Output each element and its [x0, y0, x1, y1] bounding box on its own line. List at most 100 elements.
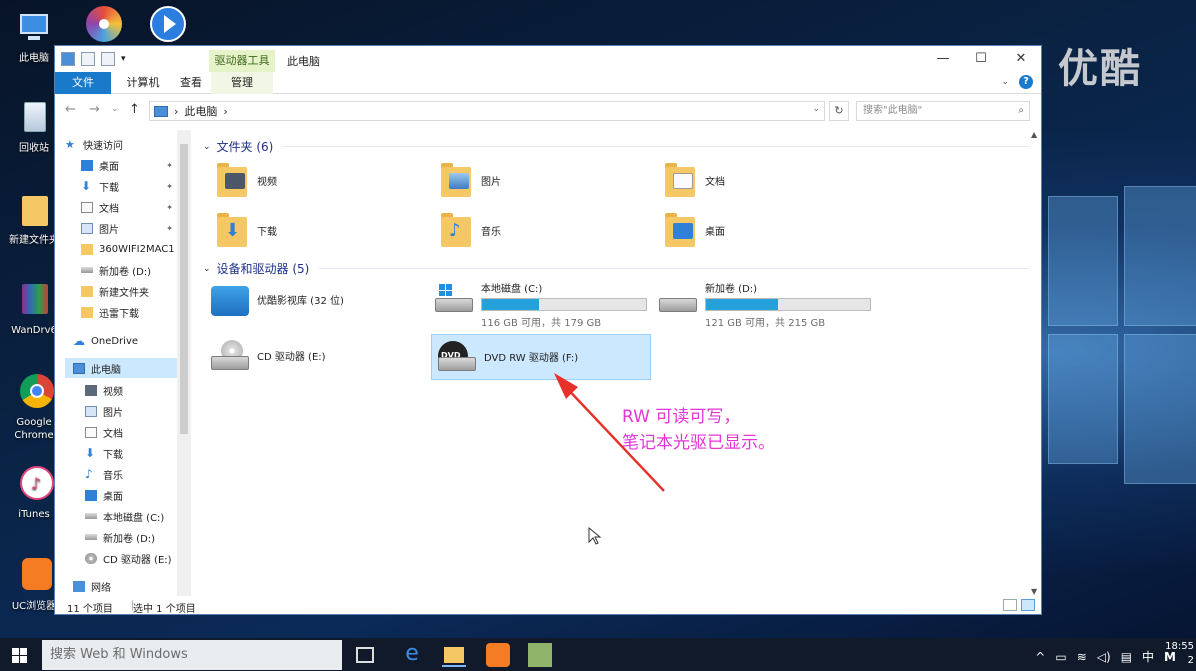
nav-pc-volume-d[interactable]: 新加卷 (D:) — [85, 527, 177, 547]
large-icons-view-icon[interactable] — [1021, 599, 1035, 611]
drive-local-disk-c[interactable]: 本地磁盘 (C:) 116 GB 可用，共 179 GB — [433, 280, 647, 324]
tray-overflow-icon[interactable]: ^ — [1035, 650, 1045, 664]
nav-item-documents[interactable]: 文档 ✦ — [81, 197, 177, 217]
file-explorer-icon[interactable] — [442, 643, 466, 667]
selection-count: 选中 1 个项目 — [133, 600, 196, 615]
forward-button[interactable]: → — [89, 102, 100, 117]
pin-icon[interactable]: ✦ — [166, 203, 173, 212]
folder-desktop[interactable]: 桌面 — [665, 210, 865, 250]
taskbar-search-input[interactable]: 搜索 Web 和 Windows — [42, 640, 342, 670]
nav-pc-music[interactable]: ♪ 音乐 — [85, 464, 177, 484]
uc-browser-icon[interactable] — [486, 643, 510, 667]
tab-view[interactable]: 查看 — [171, 72, 211, 94]
nav-pc-desktop[interactable]: 桌面 — [85, 485, 177, 505]
nav-item-thunder-download[interactable]: 迅雷下载 — [81, 302, 177, 322]
nav-item-new-folder[interactable]: 新建文件夹 — [81, 281, 177, 301]
nav-label: 桌面 — [103, 488, 123, 503]
nav-this-pc[interactable]: 此电脑 — [65, 358, 177, 378]
nav-scrollbar-thumb[interactable] — [180, 144, 188, 434]
folder-music[interactable]: ♪ 音乐 — [441, 210, 641, 250]
computer-icon[interactable] — [61, 52, 75, 66]
nav-scrollbar[interactable] — [177, 130, 191, 596]
search-icon: ⌕ — [1018, 102, 1024, 120]
address-path[interactable]: 此电脑 — [184, 103, 217, 119]
refresh-button[interactable]: ↻ — [829, 101, 849, 121]
battery-icon[interactable]: ▭ — [1055, 650, 1066, 664]
help-icon[interactable]: ? — [1019, 75, 1033, 89]
tab-file[interactable]: 文件 — [55, 72, 111, 94]
recent-locations-icon[interactable]: ⌄ — [111, 104, 119, 114]
nav-item-downloads[interactable]: ⬇ 下载 ✦ — [81, 176, 177, 196]
nav-item-desktop[interactable]: 桌面 ✦ — [81, 155, 177, 175]
drive-cd-e[interactable]: CD 驱动器 (E:) — [209, 338, 419, 382]
close-button[interactable]: ✕ — [1001, 46, 1041, 72]
nav-item-360wifi[interactable]: 360WIFI2MAC1 — [81, 239, 177, 259]
address-separator: › — [174, 105, 178, 118]
properties-icon[interactable] — [81, 52, 95, 66]
group-header-folders[interactable]: ⌄ 文件夹 (6) — [203, 138, 273, 155]
desktop-icon-dvd-player[interactable] — [70, 4, 134, 48]
nav-label: 新建文件夹 — [99, 284, 149, 299]
start-button[interactable] — [12, 648, 27, 663]
nav-pc-local-disk-c[interactable]: 本地磁盘 (C:) — [85, 506, 177, 526]
nav-pc-documents[interactable]: 文档 — [85, 422, 177, 442]
group-header-devices[interactable]: ⌄ 设备和驱动器 (5) — [203, 260, 309, 277]
content-scrollbar[interactable]: ▲ ▼ — [1029, 130, 1041, 596]
nav-item-pictures[interactable]: 图片 ✦ — [81, 218, 177, 238]
scroll-up-icon[interactable]: ▲ — [1031, 130, 1037, 139]
desktop-icon — [85, 490, 97, 501]
nav-pc-downloads[interactable]: ⬇ 下载 — [85, 443, 177, 463]
folder-documents[interactable]: 文档 — [665, 160, 865, 200]
download-icon: ⬇ — [81, 181, 93, 192]
scroll-down-icon[interactable]: ▼ — [1031, 587, 1037, 596]
input-language[interactable]: 中 — [1142, 648, 1154, 665]
maximize-button[interactable]: ☐ — [961, 46, 1001, 72]
edge-icon[interactable]: e — [400, 643, 424, 667]
star-icon: ★ — [65, 139, 77, 150]
drive-volume-d[interactable]: 新加卷 (D:) 121 GB 可用，共 215 GB — [657, 280, 871, 324]
nav-quick-access[interactable]: ★ 快速访问 — [65, 134, 187, 154]
nav-pc-videos[interactable]: 视频 — [85, 380, 177, 400]
desktop-icon-video-player[interactable] — [134, 4, 198, 48]
back-button[interactable]: ← — [65, 102, 76, 117]
chevron-down-icon: ⌄ — [203, 264, 211, 274]
folder-pictures[interactable]: 图片 — [441, 160, 641, 200]
folder-label: 视频 — [257, 173, 277, 188]
up-button[interactable]: ↑ — [129, 102, 140, 117]
details-view-icon[interactable] — [1003, 599, 1017, 611]
task-view-icon[interactable] — [356, 647, 374, 663]
nav-item-volume-d[interactable]: 新加卷 (D:) — [81, 260, 177, 280]
network-icon[interactable]: ≋ — [1077, 650, 1087, 664]
nav-pc-pictures[interactable]: 图片 — [85, 401, 177, 421]
search-input[interactable]: 搜索"此电脑" ⌕ — [856, 101, 1030, 121]
nav-pc-cd-drive-e[interactable]: CD 驱动器 (E:) — [85, 548, 177, 568]
itunes-icon: ♪ — [14, 464, 54, 504]
drive-youku-library[interactable]: 优酷影视库 (32 位) — [209, 282, 419, 326]
address-dropdown-icon[interactable]: ⌄ — [812, 104, 820, 114]
nav-onedrive[interactable]: ☁ OneDrive — [73, 331, 177, 351]
tab-computer[interactable]: 计算机 — [115, 72, 171, 94]
document-folder-icon — [665, 163, 697, 197]
folder-downloads[interactable]: ⬇ 下载 — [217, 210, 417, 250]
cd-drive-icon — [209, 340, 251, 374]
volume-icon[interactable]: ◁) — [1097, 650, 1111, 664]
taskbar-clock[interactable]: 18:55 2 — [1165, 640, 1194, 668]
windows-logo-wallpaper — [1048, 196, 1196, 616]
minimize-button[interactable]: — — [923, 46, 963, 72]
address-bar[interactable]: › 此电脑 › ⌄ — [149, 101, 825, 121]
folder-videos[interactable]: 视频 — [217, 160, 417, 200]
customize-dropdown-icon[interactable]: ▾ — [121, 52, 126, 66]
computer-icon — [14, 8, 54, 48]
pin-icon[interactable]: ✦ — [166, 161, 173, 170]
nav-network[interactable]: 网络 — [73, 576, 177, 596]
pin-icon[interactable]: ✦ — [166, 182, 173, 191]
ribbon-tabs: 文件 计算机 查看 管理 — [55, 72, 1041, 94]
pin-icon[interactable]: ✦ — [166, 224, 173, 233]
notification-icon[interactable]: ▤ — [1121, 650, 1132, 664]
expand-ribbon-icon[interactable]: ⌄ — [1001, 77, 1009, 87]
folder-label: 文档 — [705, 173, 725, 188]
tab-manage[interactable]: 管理 — [211, 72, 273, 94]
pinned-app-icon[interactable] — [528, 643, 552, 667]
navigation-pane: ★ 快速访问 桌面 ✦ ⬇ 下载 ✦ 文档 ✦ 图片 ✦ 360WIFI2MAC… — [55, 130, 191, 596]
new-folder-icon[interactable] — [101, 52, 115, 66]
